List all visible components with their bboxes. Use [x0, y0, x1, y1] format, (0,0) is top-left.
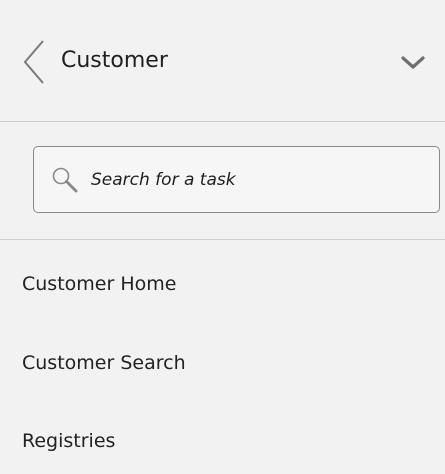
task-search-box[interactable] — [33, 146, 440, 213]
header-divider — [0, 121, 445, 122]
search-divider — [0, 239, 445, 240]
task-item-registries[interactable]: Registries — [0, 412, 445, 472]
back-chevron-icon[interactable] — [21, 38, 47, 86]
panel-header: Customer — [0, 0, 445, 122]
chevron-down-icon[interactable] — [399, 54, 427, 72]
search-input[interactable] — [91, 165, 411, 195]
task-item-customer-home[interactable]: Customer Home — [0, 255, 445, 315]
task-item-label: Customer Home — [22, 273, 177, 295]
page-title: Customer — [61, 48, 168, 73]
task-item-label: Registries — [22, 430, 116, 452]
search-icon — [50, 165, 80, 195]
task-item-label: Customer Search — [22, 352, 186, 374]
task-item-customer-search[interactable]: Customer Search — [0, 334, 445, 394]
